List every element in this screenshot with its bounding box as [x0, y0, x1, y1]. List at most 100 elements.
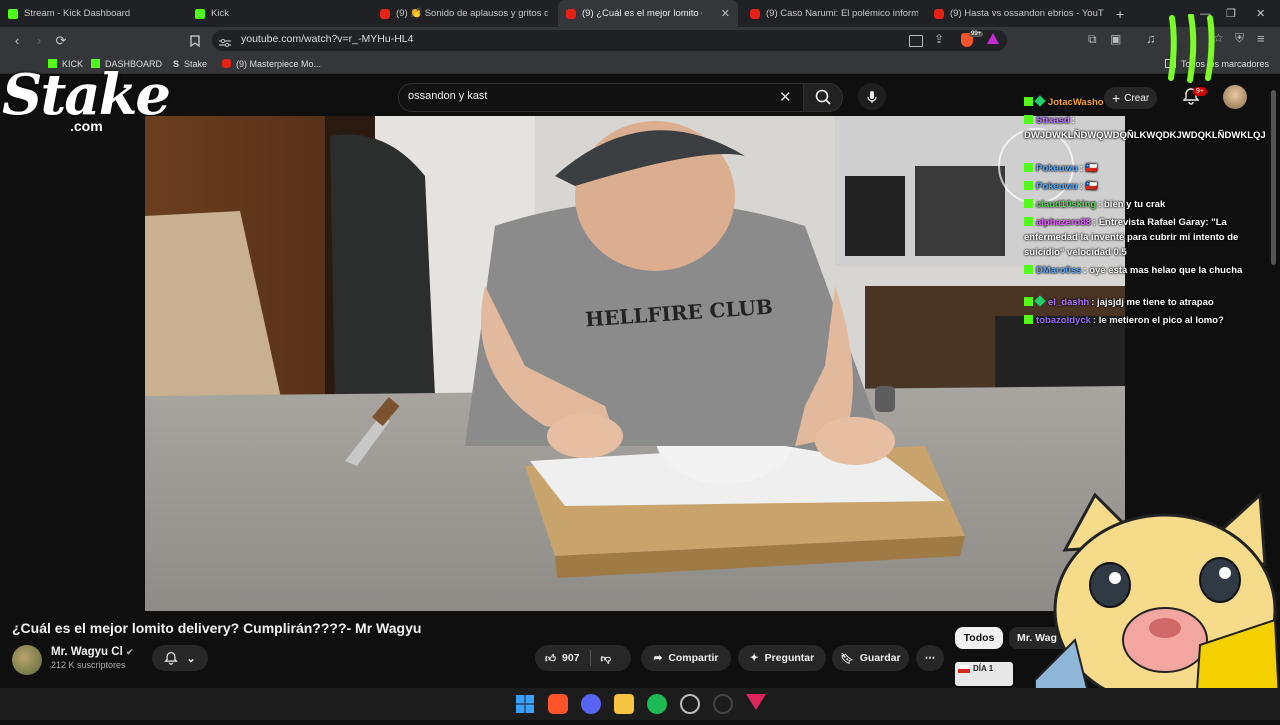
forward-button[interactable]: ›	[28, 27, 50, 54]
extensions-icon[interactable]: ⧉	[1088, 32, 1097, 47]
tab-kick-dashboard[interactable]: Stream - Kick Dashboard	[8, 0, 188, 27]
channel-name[interactable]: Mr. Wagyu Cl ✔	[51, 646, 134, 658]
shield-icon[interactable]: ⛨	[1235, 31, 1244, 46]
save-label: Guardar	[859, 652, 901, 664]
tab-sonido-aplausos[interactable]: (9) 👏 Sonido de aplausos y gritos d	[380, 0, 548, 27]
brave-badge: 99+	[969, 31, 984, 37]
bookmark-icon	[190, 34, 200, 47]
spotify-icon[interactable]	[647, 694, 667, 714]
day-widget-label: DÍA 1	[973, 664, 994, 673]
chat-message: claud10sking: bien y tu crak	[1024, 197, 1250, 212]
chat-username[interactable]: Pokeuwu	[1036, 163, 1078, 174]
chat-username[interactable]: JotacWasho	[1048, 97, 1104, 108]
chat-message: Pokeuwu: 🇨🇱	[1024, 161, 1250, 176]
verified-icon: ✔	[125, 647, 134, 657]
bookmark-masterpiece[interactable]: (9) Masterpiece Mo...	[222, 54, 321, 73]
screenshot-icon[interactable]: ▣	[1110, 32, 1121, 46]
brave-browser-icon[interactable]	[548, 694, 568, 714]
bookmark-label: Stake	[184, 58, 208, 69]
voice-search-button[interactable]	[858, 83, 886, 110]
chevron-left-icon: ‹	[14, 33, 20, 48]
obs-icon[interactable]	[680, 694, 700, 714]
share-button[interactable]: ➦ Compartir	[641, 645, 731, 671]
search-query[interactable]: ossandon y kast	[408, 90, 488, 102]
reload-button[interactable]: ⟳	[50, 27, 72, 54]
more-icon: ⋯	[924, 652, 936, 664]
subscribe-bell-button[interactable]: ⌄	[152, 645, 208, 671]
stake-domain: .com	[70, 118, 103, 134]
chat-text: : oye esta mas helao que la chucha	[1083, 265, 1243, 276]
chat-message: tobazoldyck: le metieron el pico al lomo…	[1024, 313, 1250, 328]
brave-rewards-icon[interactable]	[987, 33, 999, 44]
gift-badge-icon	[1034, 95, 1046, 107]
media-icon[interactable]: ♫	[1146, 31, 1156, 46]
chat-username[interactable]: el_dashh	[1048, 297, 1089, 308]
like-dislike-group: 👍︎ 907 👎︎	[535, 645, 631, 671]
chat-username[interactable]: DMaro0ss	[1036, 265, 1081, 276]
bell-icon	[164, 651, 179, 665]
youtube-icon	[566, 8, 576, 19]
file-explorer-icon[interactable]	[614, 694, 634, 714]
youtube-icon	[750, 8, 760, 19]
dislike-button[interactable]: 👎︎	[601, 652, 612, 665]
tab-label: Stream - Kick Dashboard	[24, 8, 131, 19]
kick-icon	[195, 8, 205, 19]
like-count: 907	[561, 652, 580, 664]
thumbs-up-icon: 👍︎	[545, 652, 556, 665]
chat-username[interactable]: Pokeuwu	[1036, 181, 1078, 192]
channel-avatar[interactable]	[12, 645, 42, 675]
save-button[interactable]: 🔖︎ Guardar	[832, 645, 909, 671]
search-button[interactable]	[803, 83, 843, 112]
page-scrollbar[interactable]	[1271, 90, 1276, 265]
new-tab-button[interactable]: +	[1116, 0, 1124, 27]
chevron-right-icon: ›	[36, 33, 42, 48]
like-button[interactable]: 👍︎ 907	[545, 652, 580, 665]
chat-text: : le metieron el pico al lomo?	[1092, 315, 1224, 326]
chat-username[interactable]: Stixasd	[1036, 115, 1070, 126]
url-text[interactable]: youtube.com/watch?v=r_-MYHu-HL4	[241, 33, 413, 45]
microphone-icon	[867, 90, 877, 103]
chip-todos[interactable]: Todos	[955, 627, 1003, 649]
sparkle-icon: ✦	[749, 652, 759, 664]
share-page-icon[interactable]: ⇪	[934, 32, 944, 46]
windows-start-icon[interactable]	[515, 694, 535, 714]
site-settings-icon[interactable]	[219, 35, 231, 48]
tab-kick[interactable]: Kick	[195, 0, 370, 27]
bookmark-stake[interactable]: S Stake	[173, 54, 207, 73]
menu-icon[interactable]: ≡	[1257, 31, 1265, 46]
kick-badge-icon	[1024, 217, 1033, 226]
share-icon: ➦	[653, 652, 663, 664]
ask-button[interactable]: ✦ Preguntar	[738, 645, 826, 671]
video-player[interactable]: HELLFIRE CLUB	[145, 116, 1125, 611]
valorant-icon[interactable]	[746, 694, 766, 710]
thumbs-down-icon: 👎︎	[600, 652, 612, 665]
maximize-button[interactable]: ❐	[1226, 0, 1236, 27]
cast-icon[interactable]	[909, 35, 923, 47]
more-actions-button[interactable]: ⋯	[916, 645, 944, 671]
tab-label: Kick	[211, 8, 229, 19]
tab-hasta-vs-ossandon[interactable]: (9) Hasta vs ossandon ebrios - YouTu	[934, 0, 1104, 27]
chat-username[interactable]: alphazero88	[1036, 217, 1091, 228]
youtube-icon	[380, 8, 390, 19]
chat-username[interactable]: claud10sking	[1036, 199, 1096, 210]
chat-username[interactable]: tobazoldyck	[1036, 315, 1091, 326]
channel-name-text: Mr. Wagyu Cl	[51, 646, 123, 658]
clear-search-icon[interactable]: ✕	[779, 88, 792, 106]
discord-icon[interactable]	[581, 694, 601, 714]
close-window-button[interactable]: ✕	[1256, 0, 1265, 27]
tab-lomito-active[interactable]: (9) ¿Cuál es el mejor lomito d ✕	[558, 0, 738, 27]
tab-label: (9) ¿Cuál es el mejor lomito d	[582, 8, 702, 19]
kick-badge-icon	[1024, 265, 1033, 274]
app-icon[interactable]	[713, 694, 733, 714]
kick-badge-icon	[1024, 163, 1033, 172]
reload-icon: ⟳	[55, 32, 67, 48]
back-button[interactable]: ‹	[6, 27, 28, 54]
divider	[589, 650, 591, 666]
bookmark-page-button[interactable]	[184, 27, 206, 54]
chat-message: JotacWasho	[1024, 95, 1250, 110]
kick-badge-icon	[1024, 199, 1033, 208]
close-tab-icon[interactable]: ✕	[721, 7, 730, 20]
kick-badge-icon	[1024, 315, 1033, 324]
chevron-down-icon: ⌄	[186, 652, 196, 665]
tab-caso-narumi[interactable]: (9) Caso Narumi: El polémico informe	[750, 0, 918, 27]
